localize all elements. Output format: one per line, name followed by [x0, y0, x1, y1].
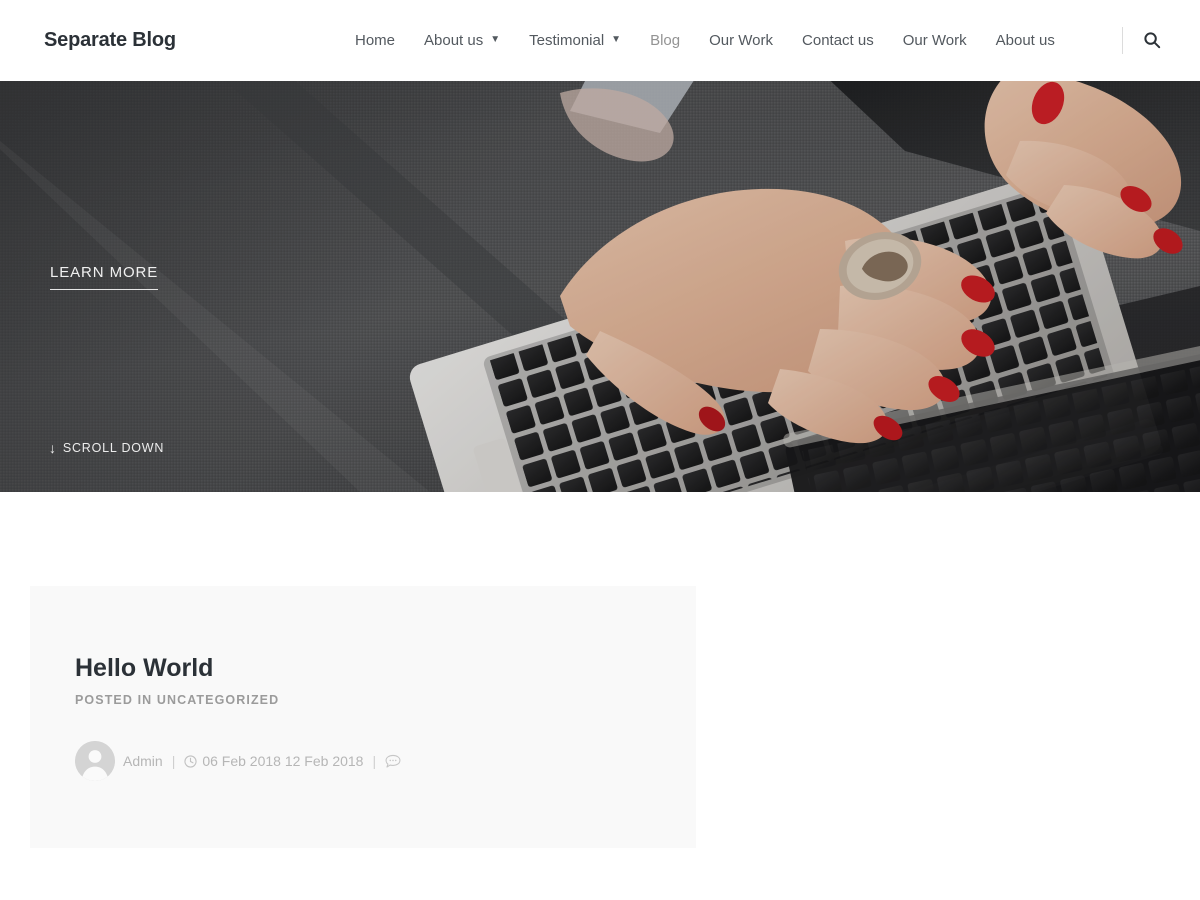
- nav-item-label: Contact us: [802, 32, 874, 49]
- nav-item-label: About us: [424, 32, 484, 49]
- clock-icon: [184, 754, 197, 768]
- nav-item-label: Our Work: [709, 32, 774, 49]
- arrow-down-icon: ↓: [49, 440, 57, 456]
- hero-banner: LEARN MORE ↓ SCROLL DOWN: [0, 81, 1200, 492]
- nav-item-blog[interactable]: Blog: [650, 29, 680, 53]
- meta-separator-2: |: [372, 753, 377, 769]
- post-title[interactable]: Hello World: [75, 653, 213, 683]
- chevron-down-icon: ▼: [611, 34, 622, 45]
- nav-item-contact-us[interactable]: Contact us: [802, 29, 874, 53]
- post-card: Hello World POSTED IN UNCATEGORIZED Admi…: [30, 586, 696, 848]
- post-category: POSTED IN UNCATEGORIZED: [75, 693, 280, 707]
- main-navigation: Home About us ▼ Testimonial ▼ Blog Our W…: [355, 29, 1055, 53]
- meta-separator: |: [171, 753, 176, 769]
- search-icon[interactable]: [1143, 31, 1161, 49]
- nav-item-label: Blog: [650, 32, 681, 49]
- chevron-down-icon: ▼: [490, 34, 501, 45]
- nav-item-label: Testimonial: [529, 32, 605, 49]
- nav-item-about-us[interactable]: About us ▼: [424, 29, 500, 53]
- post-date: 06 Feb 2018 12 Feb 2018: [202, 753, 364, 769]
- nav-item-our-work[interactable]: Our Work: [709, 29, 773, 53]
- main-content: Hello World POSTED IN UNCATEGORIZED Admi…: [0, 492, 1200, 900]
- post-author[interactable]: Admin: [123, 751, 163, 771]
- nav-item-label: Our Work: [902, 32, 967, 49]
- learn-more-button[interactable]: LEARN MORE: [50, 264, 159, 290]
- nav-item-label: About us: [995, 32, 1055, 49]
- nav-item-home[interactable]: Home: [355, 29, 395, 53]
- nav-item-our-work-2[interactable]: Our Work: [903, 29, 967, 53]
- nav-item-testimonial[interactable]: Testimonial ▼: [529, 29, 621, 53]
- avatar: [75, 741, 115, 781]
- post-date-group: 06 Feb 2018 12 Feb 2018: [184, 751, 363, 771]
- scroll-down-button[interactable]: ↓ SCROLL DOWN: [49, 441, 164, 455]
- post-meta: Admin | 06 Feb 2018 12 Feb 2018 |: [75, 740, 401, 782]
- site-logo[interactable]: Separate Blog: [44, 28, 176, 52]
- site-header: Separate Blog Home About us ▼ Testimonia…: [0, 0, 1200, 81]
- nav-item-about-us-2[interactable]: About us: [996, 29, 1055, 53]
- scroll-down-label: SCROLL DOWN: [62, 441, 165, 455]
- nav-item-label: Home: [355, 32, 396, 49]
- comment-bubble-icon[interactable]: [385, 754, 401, 769]
- header-divider: [1122, 27, 1123, 54]
